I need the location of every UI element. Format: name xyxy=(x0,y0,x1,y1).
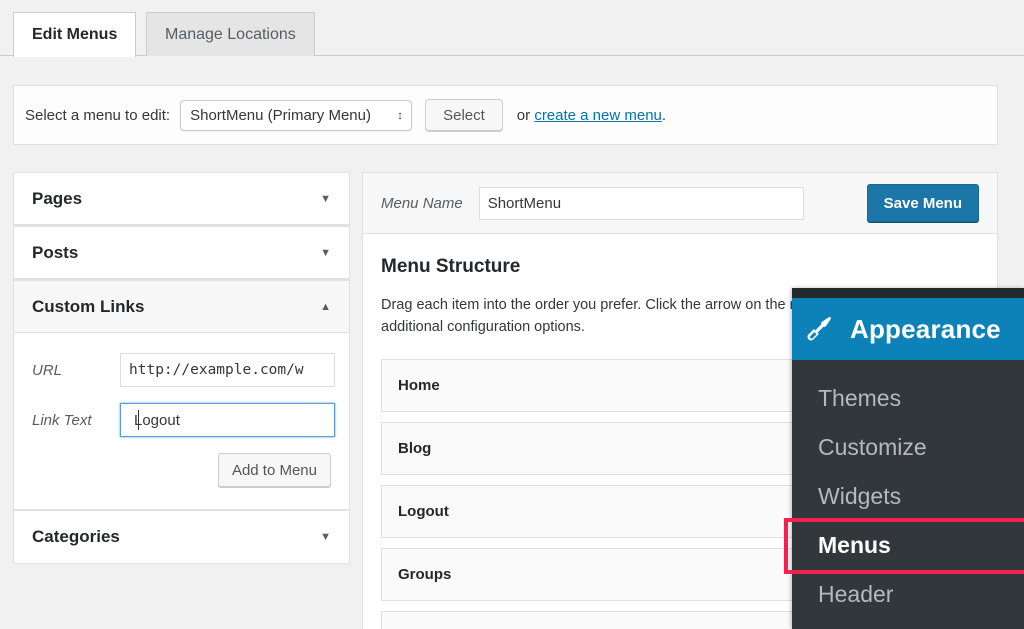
tab-edit-menus-label: Edit Menus xyxy=(32,26,118,43)
appearance-submenu-list: Themes Customize Widgets Menus Header xyxy=(792,360,1024,619)
add-to-menu-row: Add to Menu xyxy=(32,453,335,487)
submenu-label-menus: Menus xyxy=(818,532,891,558)
link-text-input[interactable]: Logout xyxy=(120,403,335,437)
or-text: or create a new menu. xyxy=(517,107,666,124)
menu-item-title: Home xyxy=(398,376,440,394)
save-menu-button[interactable]: Save Menu xyxy=(866,184,979,222)
tab-manage-locations-label: Manage Locations xyxy=(165,25,296,43)
tab-manage-locations[interactable]: Manage Locations xyxy=(146,12,315,56)
accordion-title-custom-links: Custom Links xyxy=(32,296,145,316)
menu-structure-title: Menu Structure xyxy=(381,256,521,277)
paintbrush-icon xyxy=(807,316,832,341)
menu-name-label: Menu Name xyxy=(381,194,463,212)
chevron-down-icon: ▼ xyxy=(320,246,331,259)
appearance-submenu-overlay: Appearance Themes Customize Widgets Menu… xyxy=(792,288,1024,629)
submenu-item-widgets[interactable]: Widgets xyxy=(792,472,1024,521)
add-menu-items-column: Pages ▼ Posts ▼ Custom Links ▲ URL http:… xyxy=(13,172,350,564)
period-text: . xyxy=(661,106,667,124)
accordion-title-posts: Posts xyxy=(32,242,79,262)
chevron-down-icon: ▼ xyxy=(320,192,331,205)
select-button-label: Select xyxy=(443,106,485,124)
accordion-panel-posts: Posts ▼ xyxy=(13,226,350,280)
accordion-header-pages[interactable]: Pages ▼ xyxy=(14,173,349,225)
select-menu-bar: Select a menu to edit: ShortMenu (Primar… xyxy=(13,85,998,145)
add-to-menu-button[interactable]: Add to Menu xyxy=(217,453,331,487)
menu-name-value: ShortMenu xyxy=(487,194,562,212)
url-label: URL xyxy=(32,361,63,379)
tab-edit-menus[interactable]: Edit Menus xyxy=(13,12,137,57)
submenu-label-customize: Customize xyxy=(818,434,927,460)
accordion-title-pages: Pages xyxy=(32,188,83,208)
tab-bar: Edit Menus Manage Locations xyxy=(0,0,1024,57)
link-text-field-row: Link Text Logout xyxy=(32,403,335,437)
menu-item-title: Groups xyxy=(398,565,452,583)
url-input-value: http://example.com/w xyxy=(129,362,304,378)
chevron-updown-icon: ↕ xyxy=(397,108,404,122)
menu-select-value: ShortMenu (Primary Menu) xyxy=(190,106,371,124)
accordion-header-custom-links[interactable]: Custom Links ▲ xyxy=(14,281,349,333)
link-text-input-value: Logout xyxy=(134,411,180,429)
accordion-panel-pages: Pages ▼ xyxy=(13,172,350,226)
menu-name-input[interactable]: ShortMenu xyxy=(478,186,804,220)
link-text-label: Link Text xyxy=(32,411,92,429)
menu-item-title: Blog xyxy=(398,439,432,457)
submenu-item-themes[interactable]: Themes xyxy=(792,374,1024,423)
chevron-down-icon: ▼ xyxy=(320,531,331,543)
submenu-item-header[interactable]: Header xyxy=(792,570,1024,619)
accordion-title-categories: Categories xyxy=(32,527,120,546)
select-menu-label: Select a menu to edit: xyxy=(25,106,171,124)
save-menu-label: Save Menu xyxy=(883,194,962,212)
menu-name-bar: Menu Name ShortMenu Save Menu xyxy=(363,173,997,234)
menu-item-title: Logout xyxy=(398,502,449,520)
custom-links-body: URL http://example.com/w Link Text Logou… xyxy=(14,333,349,509)
accordion-header-categories[interactable]: Categories ▼ xyxy=(14,511,349,563)
accordion-panel-categories: Categories ▼ xyxy=(13,510,350,564)
or-word: or xyxy=(516,106,531,124)
overlay-top-strip xyxy=(792,288,1024,298)
add-to-menu-label: Add to Menu xyxy=(231,461,317,479)
accordion-panel-custom-links: Custom Links ▲ URL http://example.com/w … xyxy=(13,280,350,510)
submenu-item-menus[interactable]: Menus xyxy=(792,521,1024,570)
select-button[interactable]: Select xyxy=(425,99,503,131)
url-input[interactable]: http://example.com/w xyxy=(120,353,335,387)
create-new-menu-link[interactable]: create a new menu xyxy=(534,107,662,124)
submenu-label-header: Header xyxy=(818,581,894,607)
appearance-menu-header[interactable]: Appearance xyxy=(792,298,1024,360)
url-field-row: URL http://example.com/w xyxy=(32,353,335,387)
appearance-label: Appearance xyxy=(850,313,1001,344)
submenu-item-customize[interactable]: Customize xyxy=(792,423,1024,472)
wordpress-menus-screen: Edit Menus Manage Locations Select a men… xyxy=(0,0,1024,629)
chevron-up-icon: ▲ xyxy=(320,300,331,313)
submenu-label-themes: Themes xyxy=(818,385,902,411)
accordion-header-posts[interactable]: Posts ▼ xyxy=(14,227,349,279)
text-cursor xyxy=(138,410,139,430)
menu-select-dropdown[interactable]: ShortMenu (Primary Menu) ↕ xyxy=(180,99,413,131)
submenu-label-widgets: Widgets xyxy=(818,483,902,509)
